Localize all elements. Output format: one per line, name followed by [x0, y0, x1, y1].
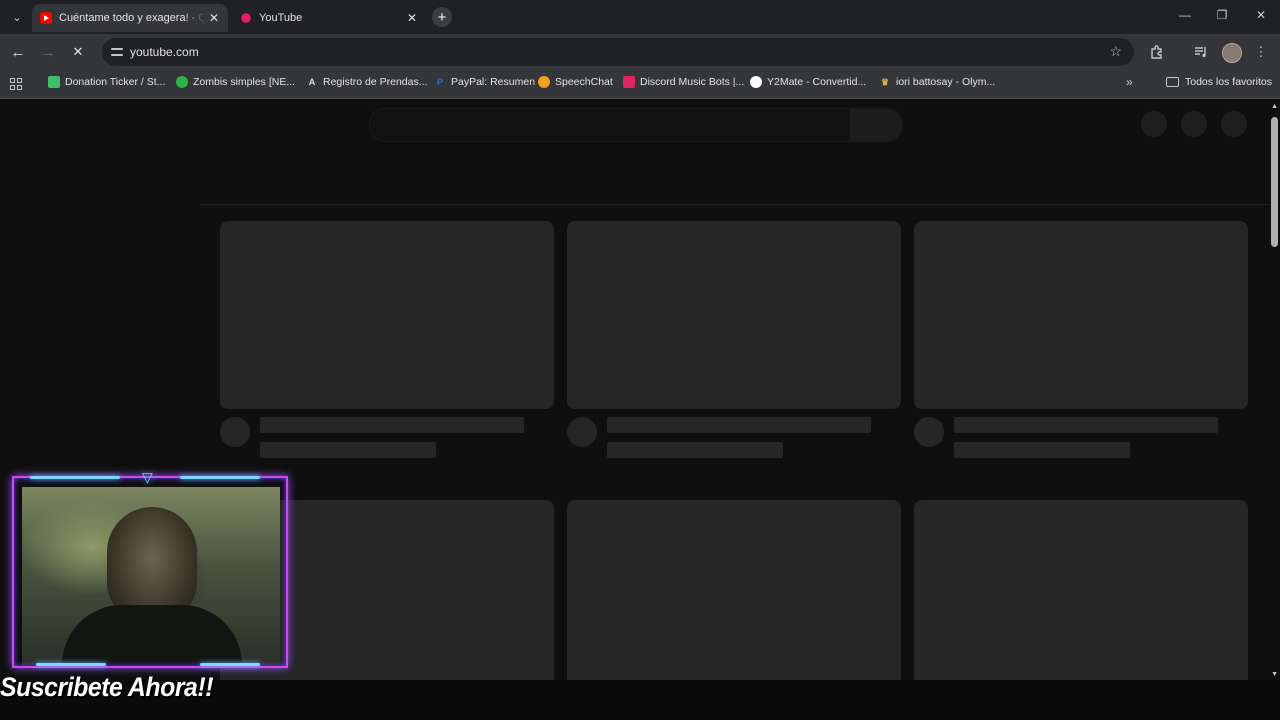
search-bar-placeholder: [369, 108, 903, 142]
meta-line-placeholder: [607, 442, 783, 458]
extensions-button[interactable]: [1148, 43, 1166, 61]
media-icon: [1195, 47, 1206, 58]
stop-icon: ✕: [72, 44, 84, 59]
bookmark-label: Discord Music Bots |...: [640, 76, 745, 88]
bookmark-label: iori battosay - Olym...: [896, 76, 996, 88]
bookmark-label: PayPal: Resumen: [451, 76, 536, 88]
scroll-down-arrow-icon[interactable]: ▼: [1271, 671, 1278, 678]
bookmark-donation-ticker[interactable]: Donation Ticker / St...: [48, 76, 165, 88]
close-icon: ✕: [1255, 8, 1267, 22]
url-text[interactable]: youtube.com: [130, 45, 199, 59]
youtube-icon: [40, 12, 52, 24]
close-window-button[interactable]: ✕: [1251, 8, 1271, 26]
bookmark-label: SpeechChat: [555, 76, 613, 88]
plus-icon: +: [437, 8, 447, 26]
bookmarks-bar: Donation Ticker / St... Zombis simples […: [0, 70, 1280, 99]
tab-strip: ⌄ Cuéntame todo y exagera! - Qu ✕ YouTub…: [0, 0, 1280, 34]
crown-icon: ♛: [880, 77, 890, 87]
y2mate-icon: [750, 76, 762, 88]
video-thumbnail-placeholder: [567, 500, 901, 680]
tab-youtube[interactable]: YouTube ✕: [232, 4, 426, 32]
bookmark-star-icon[interactable]: ☆: [1109, 43, 1122, 60]
channel-avatar-placeholder: [914, 417, 944, 447]
tab-title: YouTube: [259, 12, 303, 24]
restore-icon: ❐: [1216, 8, 1228, 22]
minimize-button[interactable]: —: [1175, 8, 1195, 26]
subscribe-caption: Suscribete Ahora!!: [0, 672, 214, 702]
video-thumbnail-placeholder: [567, 221, 901, 409]
triangle-gem-icon: ▽: [142, 469, 153, 485]
video-thumbnail-placeholder: [914, 500, 1248, 680]
browser-menu-button[interactable]: ⋮: [1252, 43, 1270, 61]
title-line-placeholder: [607, 417, 871, 433]
back-button[interactable]: ←: [8, 42, 28, 62]
chevron-down-icon: ⌄: [12, 11, 22, 24]
kebab-menu-icon: ⋮: [1254, 44, 1268, 59]
bookmark-label: Y2Mate - Convertid...: [767, 76, 867, 88]
bookmark-iori-battosay[interactable]: ♛ iori battosay - Olym...: [879, 76, 995, 88]
paypal-icon: P: [436, 77, 443, 87]
bookmark-zombis-simples[interactable]: Zombis simples [NE...: [176, 76, 295, 88]
bookmark-label: Zombis simples [NE...: [193, 76, 296, 88]
bookmark-registro-prendas[interactable]: A Registro de Prendas...: [306, 76, 428, 88]
scroll-up-arrow-icon[interactable]: ▲: [1271, 103, 1278, 110]
streamlabs-icon: [48, 76, 60, 88]
browser-toolbar: ← → ✕ youtube.com ☆ ⋮: [0, 34, 1280, 70]
stop-loading-button[interactable]: ✕: [68, 42, 88, 62]
video-thumbnail-placeholder: [914, 221, 1248, 409]
video-thumbnail-placeholder: [220, 221, 554, 409]
folder-icon: [1166, 77, 1179, 87]
header-icon-placeholder: [1141, 111, 1167, 137]
double-chevron-icon: »: [1126, 75, 1133, 89]
channel-avatar-placeholder: [220, 417, 250, 447]
neon-accent-line: [30, 476, 120, 479]
arrow-right-icon: →: [40, 43, 56, 61]
forward-button[interactable]: →: [38, 42, 58, 62]
tab-close-icon[interactable]: ✕: [206, 11, 222, 25]
all-favorites-folder[interactable]: Todos los favoritos: [1166, 76, 1272, 88]
a-letter-icon: A: [308, 77, 316, 87]
bookmark-label: Donation Ticker / St...: [65, 76, 166, 88]
bookmark-speechchat[interactable]: SpeechChat: [538, 76, 613, 88]
bookmarks-overflow-button[interactable]: »: [1126, 75, 1133, 89]
header-icon-placeholder: [1221, 111, 1247, 137]
profile-avatar[interactable]: [1222, 43, 1242, 63]
media-control-button[interactable]: [1192, 43, 1210, 61]
tab-close-icon[interactable]: ✕: [404, 11, 420, 25]
bookmark-label: Registro de Prendas...: [323, 76, 428, 88]
title-line-placeholder: [954, 417, 1218, 433]
bookmark-paypal[interactable]: P PayPal: Resumen: [434, 76, 535, 88]
arrow-left-icon: ←: [10, 43, 26, 61]
bookmark-y2mate[interactable]: Y2Mate - Convertid...: [750, 76, 866, 88]
tab-title: Cuéntame todo y exagera! - Qu: [59, 12, 206, 24]
site-info-icon[interactable]: [110, 45, 124, 59]
page-scrollbar[interactable]: [1271, 117, 1278, 247]
tab-search-button[interactable]: ⌄: [6, 6, 28, 28]
channel-avatar-placeholder: [567, 417, 597, 447]
puzzle-icon: [1151, 45, 1162, 59]
chip-bar-divider: [200, 204, 1268, 205]
address-bar[interactable]: youtube.com ☆: [102, 38, 1134, 66]
speechchat-icon: [538, 76, 550, 88]
youtube-loading-icon: [241, 13, 251, 23]
bookmark-discord-music-bots[interactable]: Discord Music Bots |...: [623, 76, 744, 88]
webcam-neon-frame: [12, 476, 288, 668]
discord-bots-icon: [623, 76, 635, 88]
title-line-placeholder: [260, 417, 524, 433]
meta-line-placeholder: [260, 442, 436, 458]
tab-cuentame[interactable]: Cuéntame todo y exagera! - Qu ✕: [32, 4, 228, 32]
minimize-icon: —: [1179, 8, 1191, 22]
neon-accent-line: [180, 476, 260, 479]
neon-accent-line: [200, 663, 260, 666]
meta-line-placeholder: [954, 442, 1130, 458]
new-tab-button[interactable]: +: [432, 7, 452, 27]
neon-accent-line: [36, 663, 106, 666]
green-circle-icon: [176, 76, 188, 88]
all-favorites-label: Todos los favoritos: [1185, 76, 1272, 88]
restore-button[interactable]: ❐: [1212, 8, 1232, 26]
header-icon-placeholder: [1181, 111, 1207, 137]
apps-grid-icon[interactable]: [10, 78, 22, 90]
